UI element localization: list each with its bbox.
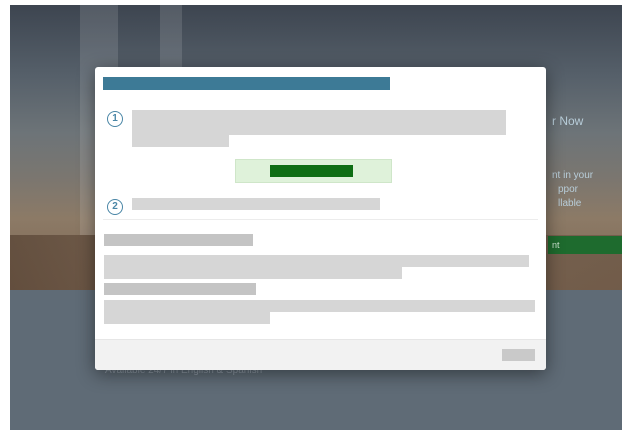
close-button[interactable] [502, 349, 535, 361]
body-text-placeholder [104, 255, 529, 267]
body-text-placeholder [104, 312, 270, 324]
body-text-placeholder [104, 300, 535, 312]
section-heading-placeholder [104, 234, 253, 246]
modal-title-placeholder [103, 77, 390, 90]
step-1-badge: 1 [107, 111, 123, 127]
modal-overlay[interactable]: 1 2 [0, 0, 628, 434]
step-2-badge: 2 [107, 199, 123, 215]
body-text-placeholder [104, 267, 402, 279]
modal-footer [95, 339, 546, 370]
step-2-text-placeholder [132, 198, 380, 210]
modal-dialog: 1 2 [95, 67, 546, 370]
step-1-text-placeholder [132, 135, 229, 147]
section-heading-placeholder [104, 283, 256, 295]
primary-action-button-label-placeholder [270, 165, 353, 177]
section-divider [103, 219, 538, 220]
primary-action-button[interactable] [235, 159, 392, 183]
step-1-text-placeholder [132, 110, 506, 135]
